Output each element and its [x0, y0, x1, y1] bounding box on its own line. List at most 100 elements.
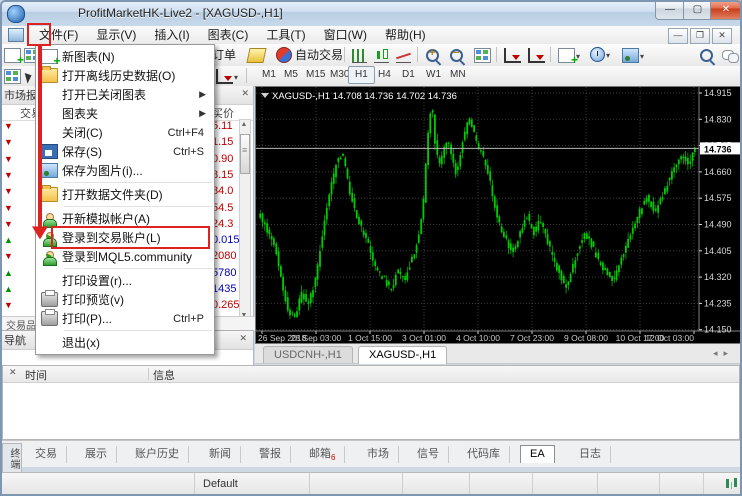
indicator-list-icon[interactable]: ▾ [216, 69, 238, 84]
file-menu-item-12[interactable]: 登录到交易账户(L) [36, 228, 214, 247]
candlestick-chart[interactable]: 14.91514.83014.74514.66014.57514.49014.4… [256, 87, 741, 343]
file-menu-item-11[interactable]: 开新模拟帐户(A) [36, 209, 214, 228]
bid-price: 1.15 [212, 136, 233, 148]
menu-item-label: 打开离线历史数据(O) [62, 67, 214, 84]
terminal-tab-ea[interactable]: EA [520, 445, 555, 463]
file-menu-item-16[interactable]: 打印预览(v) [36, 290, 214, 309]
menu-item-label: 新图表(N) [62, 48, 214, 65]
chart-shift-icon[interactable] [528, 48, 545, 63]
arrow-down-icon: ▼ [4, 186, 13, 196]
terminal-header: ✕ 时间 信息 [3, 366, 739, 383]
file-menu-item-4[interactable]: 图表夹▶ [36, 104, 214, 123]
chart-window[interactable]: 14.91514.83014.74514.66014.57514.49014.4… [255, 86, 742, 344]
menubar-item-1[interactable]: 文件(F) [30, 26, 87, 44]
zoom-in-icon[interactable] [426, 48, 439, 62]
scrollbar-thumb[interactable] [240, 134, 250, 174]
cursor-icon[interactable] [26, 69, 32, 83]
chart-tab-scroll-icons[interactable]: ◂▸ [713, 348, 734, 359]
terminal-close-icon[interactable]: ✕ [9, 367, 17, 378]
terminal-tab-代码库[interactable]: 代码库 [458, 446, 510, 463]
chart-tab-1[interactable]: USDCNH-,H1 [263, 346, 353, 363]
close-button[interactable]: ✕ [710, 0, 742, 20]
bar-chart-icon[interactable] [352, 48, 367, 63]
terminal-tab-交易[interactable]: 交易 [26, 446, 67, 463]
timeframe-h4[interactable]: H4 [372, 67, 397, 83]
timeframe-h1[interactable]: H1 [348, 66, 375, 84]
search-icon[interactable] [700, 48, 713, 62]
maximize-button[interactable]: ▢ [683, 0, 712, 20]
chat-icon[interactable] [722, 48, 737, 62]
menubar-item-5[interactable]: 工具(T) [257, 26, 314, 44]
terminal-tab-新闻[interactable]: 新闻 [200, 446, 241, 463]
file-menu-item-6[interactable]: 保存(S)Ctrl+S [36, 142, 214, 161]
file-menu-item-15[interactable]: 打印设置(r)... [36, 271, 214, 290]
menubar-item-3[interactable]: 插入(I) [145, 26, 198, 44]
message-column-header[interactable]: 信息 [153, 367, 175, 383]
status-segment [470, 473, 533, 494]
market-watch-close-icon[interactable]: ✕ [241, 88, 249, 99]
new-chart-window-icon[interactable] [4, 48, 21, 63]
file-menu-item-19[interactable]: 退出(x) [36, 333, 214, 352]
add-indicator-icon[interactable]: ▾ [558, 48, 580, 63]
file-menu-item-1[interactable]: 新图表(N) [36, 47, 214, 66]
menubar-item-6[interactable]: 窗口(W) [315, 26, 376, 44]
svg-text:14.575: 14.575 [704, 193, 732, 203]
terminal-tab-展示[interactable]: 展示 [76, 446, 117, 463]
file-menu-item-5[interactable]: 关闭(C)Ctrl+F4 [36, 123, 214, 142]
bid-price: 84.0 [212, 185, 233, 197]
file-menu-item-9[interactable]: 打开数据文件夹(D) [36, 185, 214, 204]
terminal-tab-账户历史[interactable]: 账户历史 [126, 446, 189, 463]
autotrading-button[interactable]: 自动交易 [272, 46, 347, 63]
file-menu-item-17[interactable]: 打印(P)...Ctrl+P [36, 309, 214, 328]
chart-tab-2[interactable]: XAGUSD-,H1 [358, 346, 447, 364]
scroll-up-icon[interactable]: ▲ [240, 121, 248, 128]
timeframe-mn[interactable]: MN [444, 67, 472, 83]
navigator-close-icon[interactable]: ✕ [239, 333, 247, 344]
menubar-item-7[interactable]: 帮助(H) [376, 26, 435, 44]
terminal-side-tab[interactable]: 终端 [2, 443, 22, 475]
terminal-tab-警报[interactable]: 警报 [250, 446, 291, 463]
chart-window-icon [8, 28, 24, 42]
profile-name[interactable]: Default [195, 473, 310, 494]
terminal-tab-市场[interactable]: 市场 [358, 446, 399, 463]
crosshair-icon[interactable] [4, 69, 21, 84]
mdi-minimize-button[interactable]: — [668, 28, 688, 44]
candlestick-icon[interactable] [374, 48, 389, 63]
timeframe-d1[interactable]: D1 [396, 67, 421, 83]
templates-icon[interactable]: ▾ [622, 48, 644, 63]
auto-scroll-icon[interactable] [504, 48, 521, 63]
terminal-tab-邮箱[interactable]: 邮箱6 [300, 446, 345, 463]
title-bar[interactable]: ProfitMarketHK-Live2 - [XAGUSD-,H1] — ▢ … [0, 0, 742, 26]
menu-shortcut: Ctrl+P [173, 313, 214, 325]
arrow-down-icon: ▼ [4, 170, 13, 180]
market-watch-scrollbar[interactable]: ▲ ▼ [239, 119, 251, 321]
menu-separator [64, 268, 212, 269]
timeframe-w1[interactable]: W1 [420, 67, 447, 83]
status-segment [403, 473, 470, 494]
file-menu-item-13[interactable]: 登录到MQL5.community [36, 247, 214, 266]
svg-text:9 Oct 08:00: 9 Oct 08:00 [564, 333, 608, 343]
terminal-panel: ✕ 时间 信息 [2, 365, 740, 440]
tile-windows-icon[interactable] [474, 48, 491, 63]
minimize-button[interactable]: — [655, 0, 685, 20]
periods-icon[interactable]: ▾ [590, 47, 610, 62]
arrow-down-icon: ▼ [4, 203, 13, 213]
svg-text:12 Oct 03:00: 12 Oct 03:00 [645, 333, 694, 343]
mdi-restore-button[interactable]: ❐ [690, 28, 710, 44]
arrow-up-icon: ▲ [4, 284, 13, 294]
mail-icon[interactable] [248, 48, 265, 63]
zoom-out-icon[interactable] [450, 48, 463, 62]
menubar-item-2[interactable]: 显示(V) [87, 26, 145, 44]
terminal-tab-信号[interactable]: 信号 [408, 446, 449, 463]
file-menu-item-3[interactable]: 打开已关闭图表▶ [36, 85, 214, 104]
line-chart-icon[interactable] [396, 48, 411, 63]
svg-text:14.235: 14.235 [704, 298, 732, 308]
terminal-tab-日志[interactable]: 日志 [570, 446, 611, 463]
menubar-item-4[interactable]: 图表(C) [199, 26, 258, 44]
file-menu-item-7[interactable]: 保存为图片(i)... [36, 161, 214, 180]
mdi-close-button[interactable]: ✕ [712, 28, 732, 44]
connection-bars-icon [726, 479, 729, 488]
status-segment [598, 473, 660, 494]
file-menu-item-2[interactable]: 打开离线历史数据(O) [36, 66, 214, 85]
time-column-header[interactable]: 时间 [25, 367, 47, 383]
